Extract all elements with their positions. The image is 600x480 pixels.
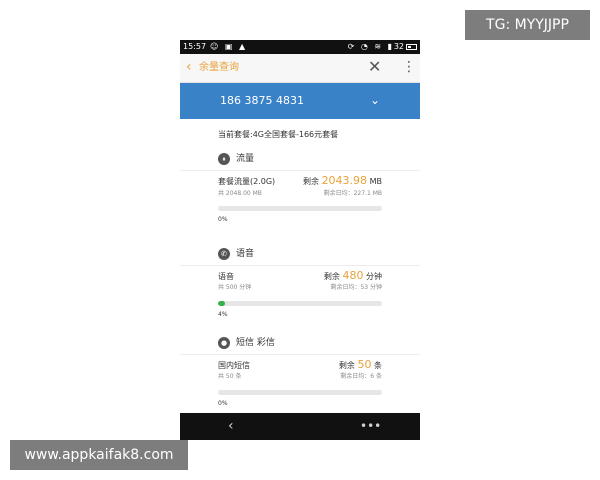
progress-label: 4%: [218, 311, 228, 318]
item-total: 共 50 条: [218, 373, 242, 380]
progress-label: 0%: [218, 400, 228, 407]
progress-label: 0%: [218, 216, 228, 223]
system-icons: ⟳ ◔ ≋ ▮: [347, 42, 394, 51]
navigation-bar: ‹ •••: [180, 413, 420, 440]
item-daily-average: 剩余日均：227.1 MB: [323, 190, 382, 197]
remaining-unit: 分钟: [366, 272, 382, 281]
progress-track: [218, 301, 382, 306]
battery-icon: [406, 44, 417, 50]
nav-back-icon[interactable]: ‹: [228, 417, 234, 435]
remaining-label: 剩余: [303, 177, 320, 186]
page-title: 余量查询: [199, 62, 239, 73]
divider: [180, 354, 420, 355]
current-plan: 当前套餐:4G全国套餐-166元套餐: [218, 130, 339, 139]
remaining-value: 50: [357, 358, 372, 371]
status-time: 15:57: [183, 42, 207, 51]
notification-icons: ☺ ▣ ▲: [210, 42, 248, 51]
chevron-down-icon[interactable]: ⌄: [370, 93, 380, 107]
progress-track: [218, 206, 382, 211]
item-total: 共 2048.00 MB: [218, 190, 262, 197]
item-remaining: 剩余 480 分钟: [324, 269, 382, 283]
section-title: 流量: [236, 154, 255, 164]
divider: [180, 265, 420, 266]
section-title: 短信 彩信: [236, 338, 275, 348]
progress-track: [218, 390, 382, 395]
phone-icon: ✆: [218, 248, 230, 260]
item-total: 共 500 分钟: [218, 284, 252, 291]
phone-number: 186 3875 4831: [220, 94, 304, 107]
more-vert-icon[interactable]: ⋮: [402, 57, 416, 77]
data-usage-icon: ⏸: [218, 153, 230, 165]
signal-strength: 32: [393, 42, 404, 51]
watermark-site: www.appkaifak8.com: [10, 440, 188, 470]
item-name: 国内短信: [218, 361, 250, 370]
item-name: 语音: [218, 272, 234, 281]
progress-fill: [218, 301, 225, 306]
person-icon: ●: [218, 337, 230, 349]
back-chevron-icon[interactable]: ‹: [186, 58, 192, 76]
status-bar: 15:57 ☺ ▣ ▲ ⟳ ◔ ≋ ▮ 32: [180, 40, 420, 54]
remaining-value: 480: [342, 269, 364, 282]
section-title: 语音: [236, 249, 255, 259]
phone-screen: 15:57 ☺ ▣ ▲ ⟳ ◔ ≋ ▮ 32 ‹ 余量查询 ✕ ⋮ 186 38…: [180, 40, 420, 440]
remaining-unit: 条: [374, 361, 382, 370]
close-icon[interactable]: ✕: [368, 57, 381, 77]
item-daily-average: 剩余日均：53 分钟: [330, 284, 382, 291]
app-bar: ‹ 余量查询 ✕ ⋮: [180, 54, 420, 83]
remaining-label: 剩余: [338, 361, 355, 370]
item-remaining: 剩余 50 条: [339, 358, 382, 372]
divider: [180, 170, 420, 171]
remaining-label: 剩余: [323, 272, 340, 281]
item-name: 套餐流量(2.0G): [218, 177, 276, 186]
watermark-tg: TG: MYYJJPP: [465, 10, 590, 40]
nav-menu-icon[interactable]: •••: [360, 417, 381, 435]
phone-number-selector[interactable]: 186 3875 4831 ⌄: [180, 83, 420, 119]
item-daily-average: 剩余日均：6 条: [340, 373, 382, 380]
remaining-unit: MB: [369, 177, 382, 186]
remaining-value: 2043.98: [321, 174, 368, 187]
item-remaining: 剩余 2043.98 MB: [303, 174, 382, 188]
